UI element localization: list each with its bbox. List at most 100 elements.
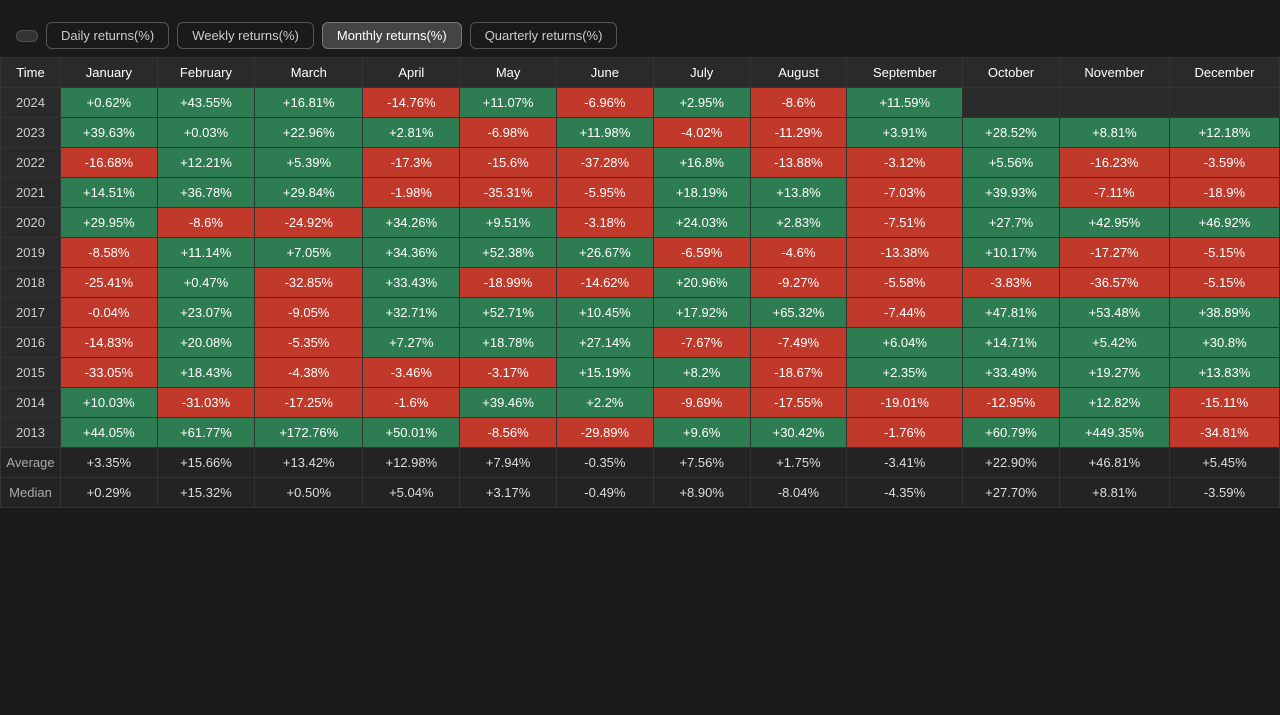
value-cell: +10.45%	[557, 298, 654, 328]
value-cell: +52.38%	[460, 238, 557, 268]
table-row: 2017-0.04%+23.07%-9.05%+32.71%+52.71%+10…	[1, 298, 1280, 328]
value-cell: +13.83%	[1169, 358, 1279, 388]
table-row: 2020+29.95%-8.6%-24.92%+34.26%+9.51%-3.1…	[1, 208, 1280, 238]
value-cell: +43.55%	[157, 88, 254, 118]
value-cell: +30.8%	[1169, 328, 1279, 358]
value-cell: +26.67%	[557, 238, 654, 268]
average-label: Average	[1, 448, 61, 478]
page-header	[0, 0, 1280, 16]
tab-quarterly[interactable]: Quarterly returns(%)	[470, 22, 618, 49]
value-cell: -7.67%	[653, 328, 750, 358]
median-cell: -4.35%	[847, 478, 963, 508]
average-cell: +13.42%	[255, 448, 363, 478]
tab-monthly[interactable]: Monthly returns(%)	[322, 22, 462, 49]
btc-selector[interactable]	[16, 30, 38, 42]
value-cell: -0.04%	[61, 298, 158, 328]
year-cell: 2020	[1, 208, 61, 238]
col-header-september: September	[847, 58, 963, 88]
value-cell: +12.18%	[1169, 118, 1279, 148]
value-cell: +12.21%	[157, 148, 254, 178]
value-cell: -3.18%	[557, 208, 654, 238]
table-container: TimeJanuaryFebruaryMarchAprilMayJuneJuly…	[0, 57, 1280, 508]
value-cell: +2.81%	[363, 118, 460, 148]
col-header-june: June	[557, 58, 654, 88]
value-cell: +52.71%	[460, 298, 557, 328]
value-cell: +28.52%	[963, 118, 1060, 148]
tab-weekly[interactable]: Weekly returns(%)	[177, 22, 314, 49]
value-cell: +53.48%	[1059, 298, 1169, 328]
year-cell: 2021	[1, 178, 61, 208]
table-row: 2022-16.68%+12.21%+5.39%-17.3%-15.6%-37.…	[1, 148, 1280, 178]
value-cell: +11.07%	[460, 88, 557, 118]
median-cell: -3.59%	[1169, 478, 1279, 508]
value-cell: +23.07%	[157, 298, 254, 328]
value-cell: +34.26%	[363, 208, 460, 238]
value-cell: +13.8%	[750, 178, 847, 208]
value-cell: +18.43%	[157, 358, 254, 388]
value-cell: -8.6%	[750, 88, 847, 118]
value-cell: +5.56%	[963, 148, 1060, 178]
average-cell: -0.35%	[557, 448, 654, 478]
value-cell: -37.28%	[557, 148, 654, 178]
median-cell: +8.81%	[1059, 478, 1169, 508]
value-cell: +15.19%	[557, 358, 654, 388]
col-header-december: December	[1169, 58, 1279, 88]
value-cell: -6.98%	[460, 118, 557, 148]
value-cell: +39.63%	[61, 118, 158, 148]
value-cell: +29.95%	[61, 208, 158, 238]
col-header-may: May	[460, 58, 557, 88]
median-cell: -0.49%	[557, 478, 654, 508]
value-cell: -15.6%	[460, 148, 557, 178]
value-cell: -25.41%	[61, 268, 158, 298]
value-cell: -5.15%	[1169, 268, 1279, 298]
average-cell: +5.45%	[1169, 448, 1279, 478]
table-row: 2019-8.58%+11.14%+7.05%+34.36%+52.38%+26…	[1, 238, 1280, 268]
average-cell: +46.81%	[1059, 448, 1169, 478]
value-cell: +5.42%	[1059, 328, 1169, 358]
value-cell: +10.17%	[963, 238, 1060, 268]
value-cell: +44.05%	[61, 418, 158, 448]
value-cell: -24.92%	[255, 208, 363, 238]
col-header-january: January	[61, 58, 158, 88]
value-cell: +27.7%	[963, 208, 1060, 238]
value-cell: -12.95%	[963, 388, 1060, 418]
value-cell: +0.47%	[157, 268, 254, 298]
year-cell: 2022	[1, 148, 61, 178]
value-cell: +34.36%	[363, 238, 460, 268]
value-cell: +16.81%	[255, 88, 363, 118]
average-cell: +7.94%	[460, 448, 557, 478]
value-cell: +29.84%	[255, 178, 363, 208]
median-label: Median	[1, 478, 61, 508]
value-cell: +0.62%	[61, 88, 158, 118]
col-header-july: July	[653, 58, 750, 88]
value-cell: +5.39%	[255, 148, 363, 178]
value-cell: +2.95%	[653, 88, 750, 118]
value-cell: -29.89%	[557, 418, 654, 448]
median-cell: +8.90%	[653, 478, 750, 508]
table-row: 2013+44.05%+61.77%+172.76%+50.01%-8.56%-…	[1, 418, 1280, 448]
value-cell: -11.29%	[750, 118, 847, 148]
value-cell: +47.81%	[963, 298, 1060, 328]
tab-daily[interactable]: Daily returns(%)	[46, 22, 169, 49]
average-cell: +15.66%	[157, 448, 254, 478]
value-cell: +39.93%	[963, 178, 1060, 208]
value-cell: +32.71%	[363, 298, 460, 328]
year-cell: 2018	[1, 268, 61, 298]
value-cell: +7.27%	[363, 328, 460, 358]
value-cell: +8.2%	[653, 358, 750, 388]
value-cell: -8.6%	[157, 208, 254, 238]
median-cell: +0.50%	[255, 478, 363, 508]
value-cell: -5.35%	[255, 328, 363, 358]
value-cell: -17.55%	[750, 388, 847, 418]
value-cell: -3.12%	[847, 148, 963, 178]
table-row: 2018-25.41%+0.47%-32.85%+33.43%-18.99%-1…	[1, 268, 1280, 298]
average-cell: +1.75%	[750, 448, 847, 478]
col-header-time: Time	[1, 58, 61, 88]
value-cell: -19.01%	[847, 388, 963, 418]
value-cell: +172.76%	[255, 418, 363, 448]
value-cell: +11.98%	[557, 118, 654, 148]
table-row: 2021+14.51%+36.78%+29.84%-1.98%-35.31%-5…	[1, 178, 1280, 208]
value-cell: +20.08%	[157, 328, 254, 358]
value-cell: -7.49%	[750, 328, 847, 358]
value-cell	[1169, 88, 1279, 118]
